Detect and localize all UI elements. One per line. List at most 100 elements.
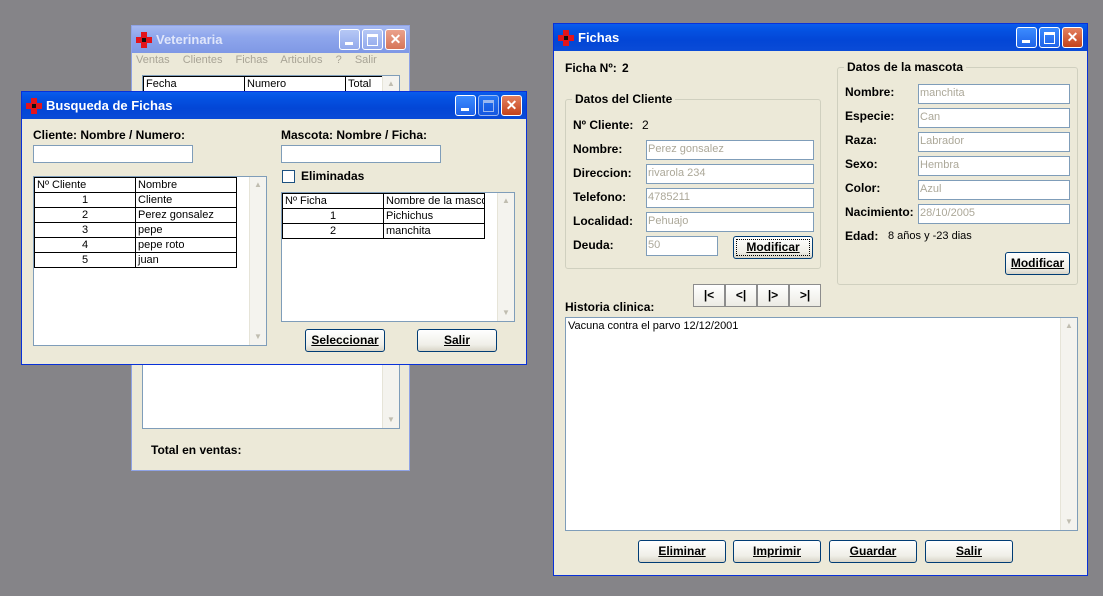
maximize-icon — [1044, 32, 1055, 44]
scroll-down-icon[interactable]: ▼ — [1061, 514, 1077, 530]
mascota-search-input[interactable] — [281, 145, 441, 163]
maximize-button[interactable] — [1039, 27, 1060, 48]
column-nombre-mascota[interactable]: Nombre de la mascota — [383, 193, 485, 209]
historia-clinica-label: Historia clinica: — [565, 300, 655, 314]
scroll-up-icon[interactable]: ▲ — [1061, 318, 1077, 334]
n-cliente-label: Nº Cliente: — [573, 118, 634, 132]
column-numero[interactable]: Numero — [244, 76, 346, 92]
sexo-label: Sexo: — [845, 157, 878, 171]
direccion-field[interactable]: rivarola 234 — [646, 164, 814, 184]
deuda-field[interactable]: 50 — [646, 236, 718, 256]
salir-label: Salir — [955, 544, 982, 558]
modificar-mascota-button[interactable]: Modificar — [1005, 252, 1070, 275]
nav-last-button[interactable]: >| — [789, 284, 821, 307]
deuda-label: Deuda: — [573, 238, 614, 252]
nombre-field[interactable]: Perez gonsalez — [646, 140, 814, 160]
imprimir-label: Imprimir — [752, 544, 801, 558]
table-row[interactable]: 1 Pichichus — [282, 208, 485, 224]
table-row[interactable]: 1 Cliente — [34, 192, 237, 208]
mascota-nombre-label: Nombre: — [845, 85, 895, 99]
imprimir-button[interactable]: Imprimir — [733, 540, 821, 563]
eliminadas-label: Eliminadas — [301, 169, 365, 183]
guardar-label: Guardar — [849, 544, 897, 558]
column-n-cliente[interactable]: Nº Cliente — [34, 177, 136, 193]
scroll-down-icon[interactable]: ▼ — [250, 329, 266, 345]
cell-n-cliente: 2 — [34, 207, 136, 223]
color-field[interactable]: Azul — [918, 180, 1070, 200]
seleccionar-button[interactable]: Seleccionar — [305, 329, 385, 352]
table-row[interactable]: 2 manchita — [282, 223, 485, 239]
menu-clientes[interactable]: Clientes — [183, 54, 223, 66]
table-row[interactable]: 2 Perez gonsalez — [34, 207, 237, 223]
scroll-up-icon[interactable]: ▲ — [250, 177, 266, 193]
menu-help[interactable]: ? — [336, 54, 342, 66]
maximize-button[interactable] — [362, 29, 383, 50]
scroll-down-icon[interactable]: ▼ — [498, 305, 514, 321]
minimize-button[interactable] — [339, 29, 360, 50]
minimize-button[interactable] — [455, 95, 476, 116]
busqueda-titlebar[interactable]: Busqueda de Fichas ✕ — [22, 92, 526, 119]
nombre-label: Nombre: — [573, 142, 623, 156]
salir-button[interactable]: Salir — [417, 329, 497, 352]
close-icon: ✕ — [505, 97, 518, 113]
nav-next-button[interactable]: |> — [757, 284, 789, 307]
table-row[interactable]: 3 pepe — [34, 222, 237, 238]
close-button[interactable]: ✕ — [1062, 27, 1083, 48]
minimize-button[interactable] — [1016, 27, 1037, 48]
raza-label: Raza: — [845, 133, 878, 147]
datos-mascota-title: Datos de la mascota — [844, 60, 967, 74]
historia-clinica-text: Vacuna contra el parvo 12/12/2001 — [568, 320, 739, 332]
column-fecha[interactable]: Fecha — [143, 76, 245, 92]
table-row[interactable]: 5 juan — [34, 252, 237, 268]
clientes-list[interactable]: Nº Cliente Nombre 1 Cliente 2 Perez gonsal… — [33, 176, 267, 346]
cell-n-cliente: 5 — [34, 252, 136, 268]
scroll-down-icon[interactable]: ▼ — [383, 412, 399, 428]
cell-nombre: pepe — [135, 222, 237, 238]
modificar-cliente-button[interactable]: Modificar — [733, 236, 813, 259]
historia-clinica-textarea[interactable]: Vacuna contra el parvo 12/12/2001 ▲ ▼ — [565, 317, 1078, 531]
vertical-scrollbar[interactable]: ▲ ▼ — [249, 177, 266, 345]
mascota-nombre-field[interactable]: manchita — [918, 84, 1070, 104]
menu-articulos[interactable]: Articulos — [280, 54, 322, 66]
vertical-scrollbar[interactable]: ▲ ▼ — [1060, 318, 1077, 530]
seleccionar-label: Seleccionar — [311, 333, 379, 347]
edad-value: 8 años y -23 dias — [888, 230, 972, 242]
eliminadas-checkbox[interactable] — [282, 170, 295, 183]
nacimiento-field[interactable]: 28/10/2005 — [918, 204, 1070, 224]
localidad-field[interactable]: Pehuajo — [646, 212, 814, 232]
cliente-search-input[interactable] — [33, 145, 193, 163]
vertical-scrollbar[interactable]: ▲ ▼ — [497, 193, 514, 321]
column-n-ficha[interactable]: Nº Ficha — [282, 193, 384, 209]
veterinaria-titlebar[interactable]: Veterinaria ✕ — [132, 26, 409, 53]
menu-ventas[interactable]: Ventas — [136, 54, 170, 66]
fichas-titlebar[interactable]: Fichas ✕ — [554, 24, 1087, 51]
nav-prev-button[interactable]: <| — [725, 284, 757, 307]
app-icon — [558, 30, 574, 46]
telefono-field[interactable]: 4785211 — [646, 188, 814, 208]
sexo-field[interactable]: Hembra — [918, 156, 1070, 176]
cliente-search-label: Cliente: Nombre / Numero: — [33, 128, 186, 142]
cell-n-cliente: 3 — [34, 222, 136, 238]
menu-salir[interactable]: Salir — [355, 54, 377, 66]
especie-field[interactable]: Can — [918, 108, 1070, 128]
menu-fichas[interactable]: Fichas — [236, 54, 268, 66]
raza-field[interactable]: Labrador — [918, 132, 1070, 152]
eliminar-button[interactable]: Eliminar — [638, 540, 726, 563]
close-button[interactable]: ✕ — [385, 29, 406, 50]
close-button[interactable]: ✕ — [501, 95, 522, 116]
salir-button[interactable]: Salir — [925, 540, 1013, 563]
column-nombre[interactable]: Nombre — [135, 177, 237, 193]
nav-first-button[interactable]: |< — [693, 284, 725, 307]
table-row[interactable]: 4 pepe roto — [34, 237, 237, 253]
cell-nombre: Perez gonsalez — [135, 207, 237, 223]
guardar-button[interactable]: Guardar — [829, 540, 917, 563]
datos-cliente-group: Datos del Cliente Nº Cliente: 2 Nombre: … — [565, 92, 821, 269]
cell-n-cliente: 1 — [34, 192, 136, 208]
scroll-up-icon[interactable]: ▲ — [383, 76, 399, 92]
record-navigator: |< <| |> >| — [693, 284, 823, 307]
scroll-up-icon[interactable]: ▲ — [498, 193, 514, 209]
app-icon — [26, 98, 42, 114]
minimize-icon — [461, 108, 469, 111]
fichas-list[interactable]: Nº Ficha Nombre de la mascota 1Pichichus… — [281, 192, 515, 322]
column-total[interactable]: Total — [345, 76, 385, 92]
